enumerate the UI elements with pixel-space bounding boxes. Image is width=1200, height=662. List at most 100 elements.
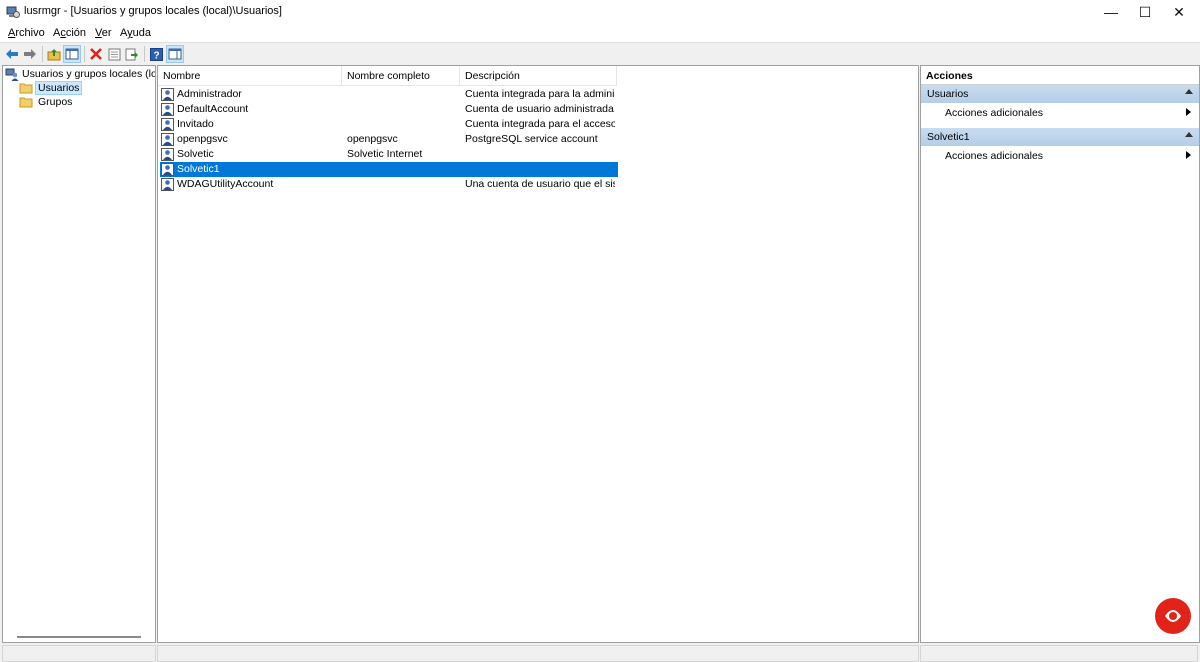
column-header-descripcion-label: Descripción [465,70,520,82]
collapse-caret-icon[interactable] [1185,89,1193,94]
cell-nombre: Invitado [177,118,214,130]
menu-archivo[interactable]: Archivo [8,27,45,39]
actions-section-usuarios-label: Usuarios [927,88,969,100]
table-row[interactable]: Solvetic Solvetic Internet [160,147,618,162]
toolbar-separator [42,46,43,62]
table-row[interactable]: WDAGUtilityAccount Una cuenta de usuario … [160,177,618,192]
cell-nombre: openpgsvc [177,133,228,145]
status-cell [2,645,156,662]
actions-section-solvetic1-label: Solvetic1 [927,131,970,143]
cell-nombre: Solvetic [177,148,214,160]
users-groups-icon [5,68,19,81]
menu-accion[interactable]: Acción [53,27,86,39]
cell-descripcion: Cuenta de usuario administrada p... [465,103,615,115]
users-list-pane: Nombre Nombre completo Descripción Admin… [157,65,919,643]
user-icon [161,178,174,191]
svg-text:?: ? [153,50,159,61]
user-icon [161,88,174,101]
cell-nombre: Administrador [177,88,242,100]
table-row[interactable]: DefaultAccount Cuenta de usuario administ… [160,102,618,117]
show-hide-action-pane-button[interactable] [166,45,184,63]
menu-accion-rest: ción [65,27,87,39]
tree-root-label: Usuarios y grupos locales (local) [22,68,156,80]
forward-arrow-icon [24,49,36,59]
menu-ver-accel: V [95,27,102,39]
column-header-nombre-completo-label: Nombre completo [347,70,430,82]
table-row[interactable]: Invitado Cuenta integrada para el acceso … [160,117,618,132]
cell-nombre-completo: Solvetic Internet [347,148,423,160]
back-arrow-icon [6,49,18,59]
cell-descripcion: Una cuenta de usuario que el siste... [465,178,615,190]
action-item-acciones-adicionales[interactable]: Acciones adicionales [921,104,1199,122]
status-bar [0,643,1200,662]
cell-descripcion: Cuenta integrada para la administ... [465,88,615,100]
toolbar-separator [84,46,85,62]
cell-nombre: DefaultAccount [177,103,249,115]
window-title: lusrmgr - [Usuarios y grupos locales (lo… [24,5,282,17]
show-hide-tree-icon [65,48,79,60]
user-icon [161,148,174,161]
cell-nombre: Solvetic1 [177,163,220,175]
menu-ver[interactable]: Ver [95,27,112,39]
actions-title-label: Acciones [926,70,973,82]
console-tree: Usuarios y grupos locales (local) Usuari… [2,65,156,643]
toolbar: ? [0,42,1200,65]
show-hide-console-tree-button[interactable] [63,45,81,63]
collapse-caret-icon[interactable] [1185,132,1193,137]
user-icon [161,133,174,146]
up-one-level-button[interactable] [45,45,63,63]
menu-ayuda-rest: uda [132,27,151,39]
column-header-nombre[interactable]: Nombre [158,66,342,86]
forward-button[interactable] [21,45,39,63]
action-item-label: Acciones adicionales [945,150,1044,162]
action-item-acciones-adicionales[interactable]: Acciones adicionales [921,147,1199,165]
cell-nombre: WDAGUtilityAccount [177,178,274,190]
table-row[interactable]: Administrador Cuenta integrada para la ad… [160,87,618,102]
properties-icon [108,48,120,60]
menu-ver-rest: er [101,27,112,39]
cell-descripcion: Cuenta integrada para el acceso c... [465,118,615,130]
computer-management-icon [6,6,20,18]
folder-icon [19,83,33,94]
actions-section-solvetic1[interactable]: Solvetic1 [921,128,1199,146]
menu-archivo-rest: rchivo [15,27,45,39]
back-button[interactable] [3,45,21,63]
action-item-label: Acciones adicionales [945,107,1044,119]
delete-icon [90,48,102,60]
folder-icon [19,97,33,108]
user-icon [161,118,174,131]
column-header-descripcion[interactable]: Descripción [460,66,617,86]
cell-descripcion: PostgreSQL service account [465,133,598,145]
help-button[interactable]: ? [147,45,165,63]
column-header-nombre-completo[interactable]: Nombre completo [342,66,460,86]
column-header-nombre-label: Nombre [163,70,201,82]
submenu-arrow-icon [1186,151,1191,159]
cell-nombre-completo: openpgsvc [347,133,398,145]
status-cell [157,645,919,662]
user-icon [161,103,174,116]
show-hide-action-pane-icon [168,48,182,60]
help-icon: ? [149,47,163,61]
menu-ayuda[interactable]: Ayuda [120,27,151,39]
table-row[interactable]: openpgsvc openpgsvc PostgreSQL service acc… [160,132,618,147]
table-row[interactable]: Solvetic1 [160,162,618,177]
status-cell [920,645,1198,662]
properties-button[interactable] [105,45,123,63]
tree-horizontal-scrollbar[interactable] [17,636,141,638]
export-icon [125,48,138,60]
export-list-button[interactable] [123,45,141,63]
solvetic-logo-icon [1155,598,1191,634]
tree-item-grupos-label: Grupos [38,96,73,108]
up-folder-icon [47,48,61,60]
menu-bar: Archivo Acción Ver Ayuda [0,24,1200,42]
close-button[interactable]: ✕ [1156,0,1200,24]
toolbar-separator [144,46,145,62]
actions-section-usuarios[interactable]: Usuarios [921,85,1199,103]
user-icon [161,163,174,176]
actions-title: Acciones [921,66,1199,85]
tree-item-usuarios-label: Usuarios [35,81,83,95]
delete-button[interactable] [87,45,105,63]
actions-pane: Acciones Usuarios Acciones adicionales S… [920,65,1200,643]
submenu-arrow-icon [1186,108,1191,116]
title-bar: lusrmgr - [Usuarios y grupos locales (lo… [0,0,1200,24]
